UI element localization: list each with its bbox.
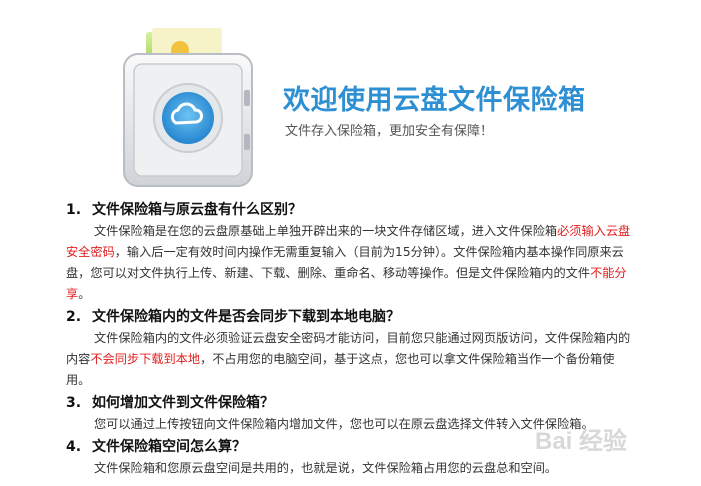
faq-question: 1. 文件保险箱与原云盘有什么区别？ <box>66 199 631 221</box>
faq-item: 3. 如何增加文件到文件保险箱？ 您可以通过上传按钮向文件保险箱内增加文件，您也可… <box>66 392 631 435</box>
cloud-safe-icon <box>123 28 253 187</box>
faq-answer: 文件保险箱和您原云盘空间是共用的，也就是说，文件保险箱占用您的云盘总和空间。 <box>66 458 631 479</box>
faq-item: 1. 文件保险箱与原云盘有什么区别？ 文件保险箱是在您的云盘原基础上单独开辟出来的… <box>66 199 631 305</box>
cut-off-line: 5. <box>66 480 631 484</box>
answer-text: 。 <box>78 287 91 301</box>
faq-number: 3. <box>66 395 82 411</box>
answer-text: 文件保险箱和您原云盘空间是共用的，也就是说，文件保险箱占用您的云盘总和空间。 <box>94 461 558 475</box>
page-subtitle: 文件存入保险箱，更加安全有保障！ <box>285 124 494 139</box>
faq-answer: 文件保险箱是在您的云盘原基础上单独开辟出来的一块文件存储区域，进入文件保险箱必须… <box>66 221 631 305</box>
answer-text: 文件保险箱是在您的云盘原基础上单独开辟出来的一块文件存储区域，进入文件保险箱 <box>94 224 558 238</box>
answer-text: 您可以通过上传按钮向文件保险箱内增加文件，您也可以在原云盘选择文件转入文件保险箱… <box>94 417 594 431</box>
faq-item: 2. 文件保险箱内的文件是否会同步下载到本地电脑？ 文件保险箱内的文件必须验证云盘… <box>66 306 631 391</box>
faq-answer: 文件保险箱内的文件必须验证云盘安全密码才能访问，目前您只能通过网页版访问，文件保… <box>66 328 631 391</box>
page-title: 欢迎使用云盘文件保险箱 <box>283 85 586 116</box>
faq-item: 4. 文件保险箱空间怎么算？ 文件保险箱和您原云盘空间是共用的，也就是说，文件保险… <box>66 436 631 479</box>
faq-question-text: 文件保险箱内的文件是否会同步下载到本地电脑？ <box>92 309 400 325</box>
faq-question-text: 如何增加文件到文件保险箱？ <box>92 395 274 411</box>
faq-number: 2. <box>66 309 82 325</box>
faq-answer: 您可以通过上传按钮向文件保险箱内增加文件，您也可以在原云盘选择文件转入文件保险箱… <box>66 414 631 435</box>
faq-list: 1. 文件保险箱与原云盘有什么区别？ 文件保险箱是在您的云盘原基础上单独开辟出来的… <box>66 199 631 484</box>
faq-number: 1. <box>66 202 82 218</box>
faq-question: 4. 文件保险箱空间怎么算？ <box>66 436 631 458</box>
answer-text: ，输入后一定有效时间内操作无需重复输入（目前为15分钟）。文件保险箱内基本操作同… <box>66 245 624 280</box>
faq-question-text: 文件保险箱与原云盘有什么区别？ <box>92 202 302 218</box>
faq-question: 3. 如何增加文件到文件保险箱？ <box>66 392 631 414</box>
answer-highlight: 不会同步下载到本地 <box>90 352 201 366</box>
faq-question: 2. 文件保险箱内的文件是否会同步下载到本地电脑？ <box>66 306 631 328</box>
faq-number: 4. <box>66 439 82 455</box>
faq-question-text: 文件保险箱空间怎么算？ <box>92 439 246 455</box>
